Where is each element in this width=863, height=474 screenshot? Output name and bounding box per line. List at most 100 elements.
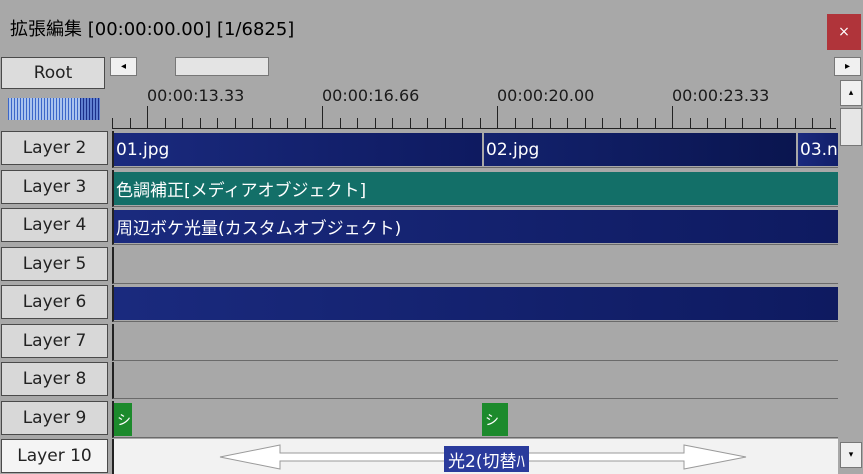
transition-range-arrow-icon	[219, 444, 747, 470]
scroll-down-button[interactable]: ▾	[840, 442, 862, 468]
horizontal-scroll-thumb[interactable]	[175, 57, 269, 76]
ruler-minor-tick	[795, 118, 796, 128]
layer-track-4[interactable]: 周辺ボケ光量(カスタムオブジェクト)	[112, 208, 838, 245]
ruler-minor-tick	[462, 118, 463, 128]
ruler-minor-tick	[602, 118, 603, 128]
root-button[interactable]: Root	[1, 57, 105, 89]
ruler-minor-tick	[252, 118, 253, 128]
clip-label: 色調補正[メディアオブジェクト]	[116, 181, 367, 201]
clip-audio-1[interactable]: シ	[114, 403, 132, 436]
window-title: 拡張編集 [00:00:00.00] [1/6825]	[10, 19, 295, 40]
close-button[interactable]: ×	[827, 14, 861, 50]
layer-track-8[interactable]	[112, 362, 838, 399]
clip-label: シ	[485, 412, 499, 429]
ruler-minor-tick	[375, 118, 376, 128]
ruler-minor-tick	[357, 118, 358, 128]
clip-label: 02.jpg	[486, 139, 540, 160]
ruler-minor-tick	[480, 118, 481, 128]
clip-label: 03.n	[800, 139, 838, 160]
ruler-minor-tick	[287, 118, 288, 128]
clip-label: 光2(切替ﾊ	[448, 451, 525, 472]
ruler-minor-tick	[410, 118, 411, 128]
ruler-minor-tick	[340, 118, 341, 128]
time-ruler[interactable]: 00:00:13.33 00:00:16.66 00:00:20.00 00:0…	[112, 76, 836, 130]
layer-button-3[interactable]: Layer 3	[1, 170, 108, 204]
ruler-minor-tick	[235, 118, 236, 128]
ruler-label: 00:00:20.00	[497, 86, 595, 105]
layer-button-10[interactable]: Layer 10	[1, 439, 108, 473]
ruler-minor-tick	[725, 118, 726, 128]
ruler-minor-tick	[305, 118, 306, 128]
clip-color-correction[interactable]: 色調補正[メディアオブジェクト]	[114, 172, 838, 205]
ruler-minor-tick	[182, 118, 183, 128]
clip-image-02[interactable]: 02.jpg	[484, 133, 796, 166]
ruler-major-tick	[147, 106, 148, 128]
timeline-zoom-slider[interactable]	[8, 98, 100, 120]
arrow-left-icon: ◂	[120, 61, 127, 72]
scroll-left-button[interactable]: ◂	[110, 57, 137, 76]
ruler-minor-tick	[620, 118, 621, 128]
clip-label: 01.jpg	[116, 139, 170, 160]
ruler-minor-tick	[392, 118, 393, 128]
ruler-minor-tick	[637, 118, 638, 128]
clip-label: シ	[117, 412, 131, 429]
ruler-minor-tick	[270, 118, 271, 128]
arrow-up-icon: ▴	[848, 88, 854, 98]
ruler-minor-tick	[200, 118, 201, 128]
layer-button-6[interactable]: Layer 6	[1, 285, 108, 319]
arrow-down-icon: ▾	[848, 450, 854, 460]
clip-image-03[interactable]: 03.n	[798, 133, 838, 166]
ruler-label: 00:00:13.33	[147, 86, 245, 105]
ruler-label: 00:00:16.66	[322, 86, 420, 105]
layer-button-8[interactable]: Layer 8	[1, 362, 108, 396]
ruler-baseline	[112, 128, 836, 129]
ruler-minor-tick	[532, 118, 533, 128]
layer-track-3[interactable]: 色調補正[メディアオブジェクト]	[112, 170, 838, 207]
ruler-minor-tick	[812, 118, 813, 128]
ruler-major-tick	[497, 106, 498, 128]
ruler-minor-tick	[690, 118, 691, 128]
ruler-minor-tick	[742, 118, 743, 128]
ruler-minor-tick	[567, 118, 568, 128]
ruler-minor-tick	[655, 118, 656, 128]
layer-button-7[interactable]: Layer 7	[1, 324, 108, 358]
ruler-minor-tick	[165, 118, 166, 128]
clip-label: 周辺ボケ光量(カスタムオブジェクト)	[116, 219, 402, 239]
zoom-level-indicator	[80, 98, 100, 120]
transition-clip[interactable]: 光2(切替ﾊ	[444, 446, 529, 472]
arrow-right-icon: ▸	[844, 61, 851, 72]
clip-image-01[interactable]: 01.jpg	[114, 133, 482, 166]
ruler-minor-tick	[515, 118, 516, 128]
layer-button-5[interactable]: Layer 5	[1, 247, 108, 281]
ruler-major-tick	[322, 106, 323, 128]
ruler-label: 00:00:23.33	[672, 86, 770, 105]
layer-track-6[interactable]	[112, 285, 838, 322]
ruler-minor-tick	[445, 118, 446, 128]
vertical-scroll-thumb[interactable]	[840, 108, 862, 146]
ruler-major-tick	[672, 106, 673, 128]
ruler-minor-tick	[130, 118, 131, 128]
clip-vignette[interactable]: 周辺ボケ光量(カスタムオブジェクト)	[114, 210, 838, 243]
ruler-minor-tick	[427, 118, 428, 128]
clip-audio-2[interactable]: シ	[482, 403, 508, 436]
ruler-minor-tick	[585, 118, 586, 128]
ruler-minor-tick	[707, 118, 708, 128]
ruler-minor-tick	[550, 118, 551, 128]
ruler-minor-tick	[760, 118, 761, 128]
clip-layer6[interactable]	[114, 287, 838, 320]
layer-track-7[interactable]	[112, 324, 838, 361]
ruler-minor-tick	[217, 118, 218, 128]
close-icon: ×	[838, 24, 850, 40]
scroll-right-button[interactable]: ▸	[834, 57, 861, 76]
scroll-up-button[interactable]: ▴	[840, 80, 862, 106]
layer-button-4[interactable]: Layer 4	[1, 208, 108, 242]
title-bar: 拡張編集 [00:00:00.00] [1/6825]	[0, 0, 863, 56]
layer-button-2[interactable]: Layer 2	[1, 131, 108, 165]
ruler-minor-tick	[112, 118, 113, 128]
ruler-minor-tick	[777, 118, 778, 128]
ruler-minor-tick	[830, 118, 831, 128]
layer-button-9[interactable]: Layer 9	[1, 401, 108, 435]
layer-track-2[interactable]: 01.jpg 02.jpg 03.n	[112, 131, 838, 168]
layer-track-5[interactable]	[112, 247, 838, 284]
layer-track-9[interactable]: シ シ	[112, 401, 838, 438]
